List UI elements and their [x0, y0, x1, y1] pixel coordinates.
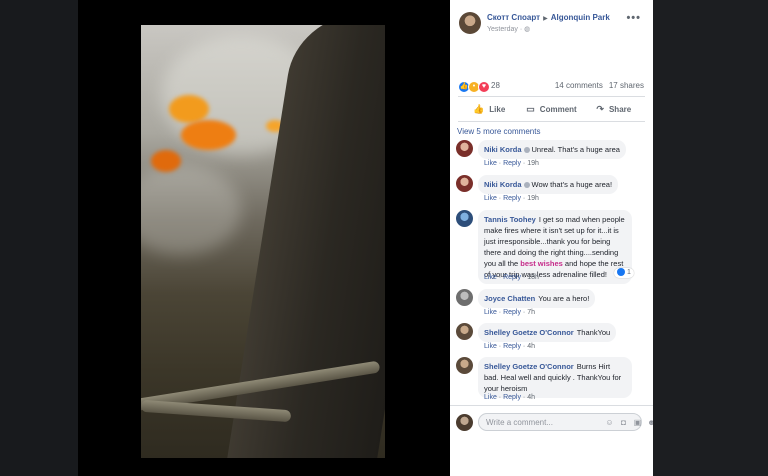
comment-reply-link[interactable]: Reply: [503, 274, 521, 281]
share-button[interactable]: ↷ Share: [583, 97, 645, 121]
comment-time[interactable]: 4h: [527, 343, 535, 350]
commenter-avatar[interactable]: [456, 175, 473, 192]
comment: Shelley Goetze O'Connor Burns Hirt bad. H…: [456, 357, 651, 403]
comment-meta: Like · Reply · 18h: [484, 274, 539, 281]
post-time[interactable]: Yesterday · ◍: [487, 25, 530, 33]
share-label: Share: [608, 104, 632, 114]
panel-footer: [450, 437, 653, 476]
commenter-avatar[interactable]: [456, 357, 473, 374]
commenter-name[interactable]: Shelley Goetze O'Connor: [484, 328, 574, 337]
comment-reply-link[interactable]: Reply: [503, 195, 521, 202]
comment-meta: Like · Reply · 4h: [484, 394, 536, 401]
comment-time[interactable]: 7h: [527, 309, 535, 316]
badge-icon: [523, 147, 530, 154]
reaction-count[interactable]: 28: [491, 81, 500, 90]
commenter-avatar[interactable]: [456, 289, 473, 306]
comment-reply-link[interactable]: Reply: [503, 343, 521, 350]
commenter-name[interactable]: Shelley Goetze O'Connor: [484, 362, 574, 371]
comment-like-link[interactable]: Like: [484, 343, 497, 350]
comment: Shelley Goetze O'Connor ThankYou Like · R…: [456, 323, 651, 353]
comment-bubble: Shelley Goetze O'Connor ThankYou: [478, 323, 617, 342]
smoke: [141, 165, 241, 255]
like-icon: 👍: [473, 103, 485, 114]
comment-text: You are a hero!: [538, 294, 590, 303]
comment-text: Unreal. That's a huge area: [531, 145, 620, 154]
post-stats: 14 comments 17 shares: [549, 81, 644, 90]
comment-composer: Write a comment... ☺ ◘ ▣ ☻: [450, 405, 656, 438]
commenter-name[interactable]: Joyce Chatten: [484, 294, 535, 303]
comment-icon: ▭: [526, 103, 535, 114]
post-header: Скотт Споарт ▶ Algonquin Park: [487, 13, 610, 22]
comment-bubble: Niki Korda Unreal. That's a huge area: [478, 140, 626, 159]
comment-meta: Like · Reply · 19h: [484, 195, 539, 202]
comment-like-link[interactable]: Like: [484, 309, 497, 316]
commenter-name[interactable]: Niki Korda: [484, 180, 522, 189]
commenter-avatar[interactable]: [456, 140, 473, 157]
comment-like-link[interactable]: Like: [484, 394, 497, 401]
video-player[interactable]: [141, 25, 385, 458]
commenter-name[interactable]: Tannis Toohey: [484, 215, 536, 224]
comment-reply-link[interactable]: Reply: [503, 394, 521, 401]
comment: Niki Korda Wow that's a huge area! Like ·…: [456, 175, 651, 205]
gif-icon[interactable]: ▣: [633, 418, 642, 427]
share-icon: ↷: [596, 103, 604, 114]
comment-button[interactable]: ▭ Comment: [520, 97, 582, 121]
comment-like-count[interactable]: 1: [614, 268, 634, 278]
more-options-button[interactable]: •••: [626, 12, 641, 24]
fire: [181, 120, 236, 150]
action-bar: 👍 Like ▭ Comment ↷ Share: [458, 96, 645, 122]
comment: Joyce Chatten You are a hero! Like · Repl…: [456, 289, 651, 319]
comments-count[interactable]: 14 comments: [555, 81, 603, 90]
love-reaction-icon: ♥: [478, 81, 490, 93]
comment-like-link[interactable]: Like: [484, 160, 497, 167]
comment-time[interactable]: 19h: [527, 195, 539, 202]
emoji-icon[interactable]: ☺: [605, 418, 614, 427]
comment-like-number: 1: [626, 269, 631, 276]
highlighted-text[interactable]: best wishes: [520, 259, 563, 268]
my-avatar[interactable]: [456, 414, 473, 431]
comment-meta: Like · Reply · 4h: [484, 343, 536, 350]
comment-time[interactable]: 19h: [527, 160, 539, 167]
commenter-name[interactable]: Niki Korda: [484, 145, 522, 154]
comment-bubble: Niki Korda Wow that's a huge area!: [478, 175, 619, 194]
comment-text: ThankYou: [576, 328, 611, 337]
fire: [169, 95, 209, 123]
view-more-comments-link[interactable]: View 5 more comments: [457, 127, 540, 136]
globe-icon: ◍: [524, 26, 531, 33]
comment-like-link[interactable]: Like: [484, 195, 497, 202]
comment-text: Wow that's a huge area!: [531, 180, 613, 189]
comment-input[interactable]: Write a comment... ☺ ◘ ▣ ☻: [478, 413, 656, 431]
post-time-label: Yesterday: [487, 26, 518, 33]
shares-count[interactable]: 17 shares: [609, 81, 644, 90]
comment-meta: Like · Reply · 7h: [484, 309, 536, 316]
viewer-side: [653, 0, 768, 476]
comment-reply-link[interactable]: Reply: [503, 160, 521, 167]
comment-input-placeholder: Write a comment...: [486, 418, 553, 427]
author-name[interactable]: Скотт Споарт: [487, 13, 540, 22]
comment-bubble: Shelley Goetze O'Connor Burns Hirt bad. H…: [478, 357, 632, 398]
author-avatar[interactable]: [459, 12, 481, 34]
comment-meta: Like · Reply · 19h: [484, 160, 539, 167]
like-label: Like: [489, 104, 506, 114]
post-panel: Скотт Споарт ▶ Algonquin Park Yesterday · …: [450, 0, 656, 476]
commenter-avatar[interactable]: [456, 323, 473, 340]
arrow-right-icon: ▶: [543, 16, 548, 22]
comment-label: Comment: [539, 104, 577, 114]
comment-bubble: Tannis Toohey I get so mad when people ma…: [478, 210, 632, 284]
camera-icon[interactable]: ◘: [619, 418, 628, 427]
page-name[interactable]: Algonquin Park: [551, 13, 610, 22]
fire: [151, 150, 181, 172]
comment-bubble: Joyce Chatten You are a hero!: [478, 289, 596, 308]
comment-time[interactable]: 4h: [527, 394, 535, 401]
like-icon: [617, 268, 625, 277]
like-button[interactable]: 👍 Like: [458, 97, 520, 121]
commenter-avatar[interactable]: [456, 210, 473, 227]
badge-icon: [523, 182, 530, 189]
comment: Niki Korda Unreal. That's a huge area Lik…: [456, 140, 651, 170]
comment: Tannis Toohey I get so mad when people ma…: [456, 210, 651, 285]
comment-reply-link[interactable]: Reply: [503, 309, 521, 316]
comment-time[interactable]: 18h: [527, 274, 539, 281]
comment-like-link[interactable]: Like: [484, 274, 497, 281]
